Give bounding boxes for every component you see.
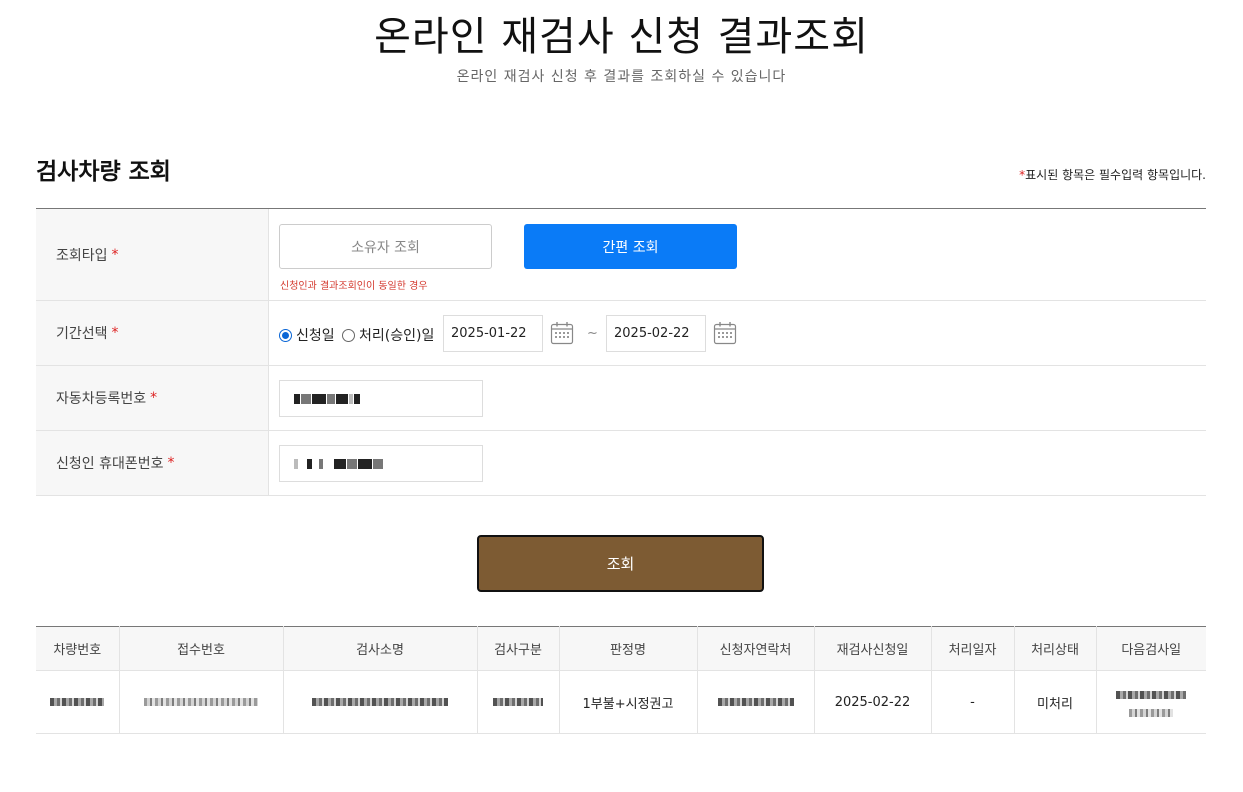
redacted-mark bbox=[319, 458, 323, 469]
form-label-phone: 신청인 휴대폰번호 * bbox=[36, 431, 269, 495]
form-row-phone: 신청인 휴대폰번호 * bbox=[36, 431, 1206, 496]
plate-number-input[interactable] bbox=[279, 380, 483, 417]
column-header: 신청자연락처 bbox=[697, 626, 815, 671]
start-date-input[interactable]: 2025-01-22 bbox=[443, 315, 543, 352]
redacted-mark bbox=[312, 393, 326, 404]
redacted-mark bbox=[336, 393, 348, 404]
redacted-value bbox=[1116, 690, 1187, 699]
redacted-value bbox=[493, 698, 543, 706]
redacted-value bbox=[312, 698, 448, 706]
redacted-mark bbox=[349, 393, 353, 404]
redacted-mark bbox=[294, 393, 300, 404]
search-form: 조회타입 * 소유자 조회 간편 조회 신청인과 결과조회인이 동일한 경우 기… bbox=[36, 208, 1206, 496]
required-note-text: 표시된 항목은 필수입력 항목입니다. bbox=[1025, 168, 1206, 182]
redacted-mark bbox=[347, 458, 357, 469]
form-label-plate: 자동차등록번호 * bbox=[36, 366, 269, 430]
calendar-icon[interactable] bbox=[550, 321, 574, 345]
radio-apply-indicator[interactable] bbox=[279, 328, 292, 342]
cell-status: 미처리 bbox=[1014, 670, 1097, 734]
form-label-period: 기간선택 * bbox=[36, 301, 269, 365]
required-note: *표시된 항목은 필수입력 항목입니다. bbox=[1019, 166, 1206, 183]
cell-inspection-type bbox=[477, 670, 560, 734]
table-row[interactable]: 1부불+시정권고 2025-02-22 - 미처리 bbox=[36, 670, 1206, 734]
form-value-phone bbox=[269, 431, 1206, 495]
redacted-mark bbox=[373, 458, 383, 469]
search-button[interactable]: 조회 bbox=[477, 535, 764, 592]
cell-plate-number bbox=[36, 670, 120, 734]
redacted-mark bbox=[301, 393, 311, 404]
redacted-mark bbox=[354, 393, 360, 404]
required-star: * bbox=[111, 325, 119, 341]
form-row-type: 조회타입 * 소유자 조회 간편 조회 신청인과 결과조회인이 동일한 경우 bbox=[36, 209, 1206, 301]
cell-contact bbox=[697, 670, 815, 734]
label-text: 자동차등록번호 bbox=[56, 391, 147, 407]
column-header: 차량번호 bbox=[36, 626, 120, 671]
cell-judgement: 1부불+시정권고 bbox=[559, 670, 698, 734]
calendar-icon[interactable] bbox=[713, 321, 737, 345]
column-header: 판정명 bbox=[559, 626, 698, 671]
form-row-plate: 자동차등록번호 * bbox=[36, 366, 1206, 431]
form-value-period: 신청일 처리(승인)일 2025-01-22 ~ 2025-02-22 bbox=[269, 301, 1206, 365]
cell-process-date: - bbox=[931, 670, 1015, 734]
end-date-input[interactable]: 2025-02-22 bbox=[606, 315, 706, 352]
column-header: 검사소명 bbox=[283, 626, 478, 671]
simple-search-button[interactable]: 간편 조회 bbox=[524, 224, 737, 269]
page-subtitle: 온라인 재검사 신청 후 결과를 조회하실 수 있습니다 bbox=[456, 69, 787, 85]
radio-process-label: 처리(승인)일 bbox=[359, 328, 435, 344]
column-header: 검사구분 bbox=[477, 626, 560, 671]
label-text: 기간선택 bbox=[56, 326, 108, 342]
required-star: * bbox=[111, 246, 119, 263]
owner-search-button[interactable]: 소유자 조회 bbox=[279, 224, 492, 269]
radio-apply-date[interactable]: 신청일 bbox=[279, 325, 335, 345]
page-title: 온라인 재검사 신청 결과조회 bbox=[374, 14, 869, 60]
label-text: 조회타입 bbox=[56, 247, 108, 264]
redacted-value bbox=[50, 698, 105, 706]
redacted-value bbox=[1129, 708, 1174, 717]
required-star: * bbox=[167, 455, 175, 471]
radio-process-indicator[interactable] bbox=[342, 328, 355, 342]
section-title: 검사차량 조회 bbox=[36, 159, 171, 185]
redacted-mark bbox=[358, 458, 372, 469]
redacted-mark bbox=[294, 458, 298, 469]
form-value-plate bbox=[269, 366, 1206, 430]
date-separator: ~ bbox=[587, 326, 598, 341]
column-header: 처리상태 bbox=[1014, 626, 1097, 671]
column-header: 처리일자 bbox=[931, 626, 1015, 671]
results-header-row: 차량번호 접수번호 검사소명 검사구분 판정명 신청자연락처 재검사신청일 처리… bbox=[36, 626, 1206, 671]
results-table: 차량번호 접수번호 검사소명 검사구분 판정명 신청자연락처 재검사신청일 처리… bbox=[36, 626, 1206, 734]
form-label-type: 조회타입 * bbox=[36, 209, 269, 300]
cell-next-inspection-date bbox=[1096, 670, 1206, 734]
column-header: 재검사신청일 bbox=[814, 626, 932, 671]
radio-process-date[interactable]: 처리(승인)일 bbox=[342, 325, 434, 345]
column-header: 접수번호 bbox=[119, 626, 284, 671]
required-star: * bbox=[150, 390, 158, 406]
redacted-mark bbox=[327, 393, 335, 404]
form-row-period: 기간선택 * 신청일 처리(승인)일 2025-01-22 ~ 2025-02-… bbox=[36, 301, 1206, 366]
phone-number-input[interactable] bbox=[279, 445, 483, 482]
type-hint: 신청인과 결과조회인이 동일한 경우 bbox=[280, 281, 428, 292]
cell-receipt-number bbox=[119, 670, 284, 734]
redacted-mark bbox=[334, 458, 346, 469]
cell-request-date: 2025-02-22 bbox=[814, 670, 932, 734]
label-text: 신청인 휴대폰번호 bbox=[56, 456, 164, 472]
radio-apply-label: 신청일 bbox=[296, 328, 335, 344]
cell-station-name bbox=[283, 670, 478, 734]
redacted-mark bbox=[307, 458, 312, 469]
page: 온라인 재검사 신청 결과조회 온라인 재검사 신청 후 결과를 조회하실 수 … bbox=[0, 0, 1243, 792]
form-value-type: 소유자 조회 간편 조회 신청인과 결과조회인이 동일한 경우 bbox=[269, 209, 1206, 300]
column-header: 다음검사일 bbox=[1096, 626, 1206, 671]
redacted-value bbox=[144, 698, 258, 706]
redacted-value bbox=[717, 698, 794, 706]
